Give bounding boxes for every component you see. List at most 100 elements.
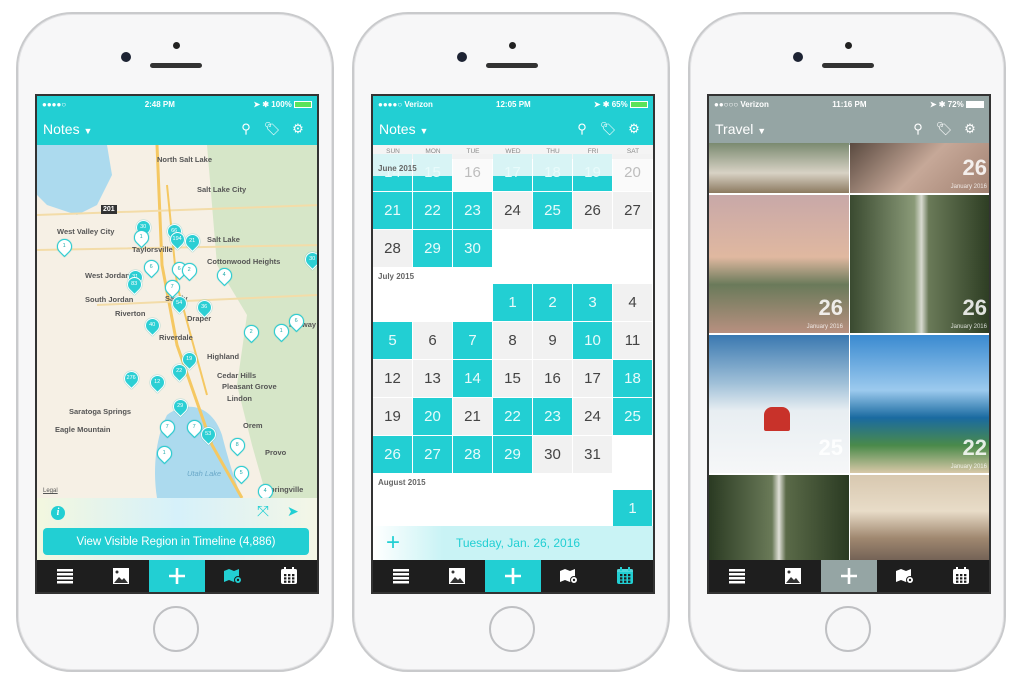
calendar-day[interactable]: 22 [413, 192, 452, 229]
calendar-day[interactable]: 1 [493, 284, 532, 321]
photo-tile[interactable] [709, 475, 849, 565]
calendar-day[interactable]: 17 [573, 360, 612, 397]
image-icon [783, 566, 803, 586]
calendar-day[interactable]: 9 [533, 322, 572, 359]
tab-image[interactable] [765, 560, 821, 592]
tab-image[interactable] [93, 560, 149, 592]
gear-icon[interactable]: ⚙ [957, 121, 983, 137]
home-button[interactable] [825, 606, 871, 652]
notebook-selector[interactable]: Notes ▼ [379, 121, 569, 137]
calendar-day[interactable]: 28 [373, 230, 412, 267]
calendar-day[interactable]: 25 [533, 192, 572, 229]
calendar-day[interactable]: 20 [413, 398, 452, 435]
info-icon[interactable]: i [51, 506, 65, 520]
calendar-day[interactable]: 2 [533, 284, 572, 321]
notebook-selector[interactable]: Notes ▼ [43, 121, 233, 137]
calendar-day[interactable]: 4 [613, 284, 652, 321]
tag-icon[interactable]: 🏷︎ [259, 121, 285, 137]
calendar-day[interactable]: 23 [533, 398, 572, 435]
calendar-day[interactable]: 16 [453, 154, 492, 191]
battery: ➤ ✱ 65% [594, 100, 648, 109]
calendar-day[interactable]: 26 [373, 436, 412, 473]
tab-list[interactable] [373, 560, 429, 592]
battery: ➤ ✱ 100% [253, 100, 312, 109]
calendar-day[interactable]: 10 [573, 322, 612, 359]
gear-icon[interactable]: ⚙ [621, 121, 647, 137]
calendar-day[interactable]: 12 [373, 360, 412, 397]
calendar-day[interactable]: 16 [533, 360, 572, 397]
tab-list[interactable] [709, 560, 765, 592]
calendar-day[interactable]: 13 [413, 360, 452, 397]
photo-tile[interactable]: 26 January 2016 [709, 195, 849, 333]
view-region-button[interactable]: View Visible Region in Timeline (4,886) [43, 528, 309, 555]
photo-tile[interactable]: 25 [709, 335, 849, 473]
calendar-day[interactable]: 15 [413, 154, 452, 191]
tab-plus[interactable] [821, 560, 877, 592]
calendar-day[interactable]: 27 [413, 436, 452, 473]
fit-region-icon[interactable]: ⤧ [257, 503, 269, 520]
tab-calendar[interactable] [261, 560, 317, 592]
calendar-day[interactable]: 1 [613, 490, 652, 527]
tab-list[interactable] [37, 560, 93, 592]
tab-map[interactable] [541, 560, 597, 592]
home-button[interactable] [489, 606, 535, 652]
calendar-day[interactable]: 15 [493, 360, 532, 397]
calendar-day[interactable]: 25 [613, 398, 652, 435]
tag-icon[interactable]: 🏷︎ [595, 121, 621, 137]
calendar-day[interactable]: 29 [493, 436, 532, 473]
calendar-day[interactable]: 21 [453, 398, 492, 435]
notebook-selector[interactable]: Travel ▼ [715, 121, 905, 137]
search-icon[interactable]: ⚲ [905, 121, 931, 137]
calendar-day[interactable]: 23 [453, 192, 492, 229]
location-arrow-icon[interactable]: ➤ [287, 503, 299, 520]
month-label: July 2015 [378, 272, 415, 281]
calendar-day[interactable]: 11 [613, 322, 652, 359]
map[interactable]: 201 North Salt Lake Salt Lake City West Val… [37, 145, 317, 517]
calendar-day[interactable]: 30 [453, 230, 492, 267]
gear-icon[interactable]: ⚙ [285, 121, 311, 137]
calendar-day[interactable]: 14 [453, 360, 492, 397]
calendar-day[interactable]: 19 [373, 398, 412, 435]
calendar-day[interactable]: 7 [453, 322, 492, 359]
legal-link[interactable]: Legal [43, 488, 58, 494]
calendar-day[interactable]: 30 [533, 436, 572, 473]
tab-plus[interactable] [149, 560, 205, 592]
calendar-day[interactable]: 29 [413, 230, 452, 267]
photo-tile[interactable] [850, 475, 989, 565]
add-entry-icon[interactable]: + [373, 529, 413, 557]
map-place-label: Lindon [227, 394, 252, 403]
photo-tile[interactable] [709, 143, 849, 193]
calendar-day[interactable]: 8 [493, 322, 532, 359]
home-button[interactable] [153, 606, 199, 652]
tab-calendar[interactable] [933, 560, 989, 592]
photo-tile[interactable]: 26 January 2016 [850, 195, 989, 333]
calendar-day[interactable]: 22 [493, 398, 532, 435]
caret-down-icon: ▼ [83, 126, 93, 136]
calendar-day[interactable]: 26 [573, 192, 612, 229]
calendar-day[interactable]: 6 [413, 322, 452, 359]
calendar-day[interactable]: 28 [453, 436, 492, 473]
calendar-day[interactable]: 18 [533, 154, 572, 191]
photo-tile[interactable]: 22 January 2016 [850, 335, 989, 473]
calendar-day[interactable]: 31 [573, 436, 612, 473]
calendar-day[interactable]: 19 [573, 154, 612, 191]
photo-tile[interactable]: 26 January 2016 [850, 143, 989, 193]
calendar-day[interactable]: 17 [493, 154, 532, 191]
calendar-day[interactable]: 21 [373, 192, 412, 229]
tab-plus[interactable] [485, 560, 541, 592]
tab-map[interactable] [205, 560, 261, 592]
calendar-day[interactable]: 20 [613, 154, 652, 191]
tab-map[interactable] [877, 560, 933, 592]
calendar-day[interactable]: 27 [613, 192, 652, 229]
search-icon[interactable]: ⚲ [233, 121, 259, 137]
calendar-day[interactable]: 24 [573, 398, 612, 435]
today-button[interactable]: Tuesday, Jan. 26, 2016 [413, 536, 653, 550]
tab-calendar[interactable] [597, 560, 653, 592]
search-icon[interactable]: ⚲ [569, 121, 595, 137]
calendar-day[interactable]: 5 [373, 322, 412, 359]
tag-icon[interactable]: 🏷︎ [931, 121, 957, 137]
calendar-day[interactable]: 18 [613, 360, 652, 397]
tab-image[interactable] [429, 560, 485, 592]
calendar-day[interactable]: 24 [493, 192, 532, 229]
calendar-day[interactable]: 3 [573, 284, 612, 321]
